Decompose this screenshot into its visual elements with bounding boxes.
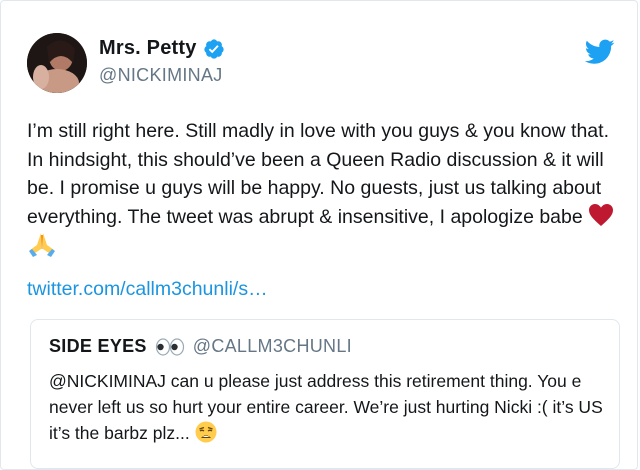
eyes-icon	[155, 337, 184, 356]
tweet-link[interactable]: twitter.com/callm3chunli/s…	[27, 275, 268, 303]
weary-face-icon	[195, 421, 217, 443]
folded-hands-icon	[29, 233, 55, 257]
avatar-photo-icon	[27, 33, 87, 93]
twitter-bird-icon[interactable]	[585, 39, 615, 65]
avatar[interactable]	[27, 33, 87, 93]
red-heart-icon	[589, 203, 614, 226]
author-handle[interactable]: @NICKIMINAJ	[99, 65, 223, 86]
embedded-tweet-card: Mrs. Petty @NICKIMINAJ I’m still right h…	[0, 0, 638, 470]
quoted-body: @NICKIMINAJ can u please just address th…	[49, 371, 603, 443]
quoted-handle: @CALLM3CHUNLI	[192, 336, 352, 356]
author-name-row[interactable]: Mrs. Petty	[99, 37, 225, 60]
author-display-name[interactable]: Mrs. Petty	[99, 37, 197, 60]
quoted-tweet-text: @NICKIMINAJ can u please just address th…	[49, 368, 609, 446]
quoted-tweet[interactable]: SIDE EYES @CALLM3CHUNLI @NICKIMINAJ can …	[30, 319, 620, 469]
tweet-text: I’m still right here. Still madly in lov…	[27, 117, 627, 262]
verified-badge-icon	[203, 38, 224, 59]
tweet-body: I’m still right here. Still madly in lov…	[27, 120, 609, 228]
quoted-display-name: SIDE EYES	[49, 336, 147, 356]
quoted-tweet-header: SIDE EYES @CALLM3CHUNLI	[49, 336, 352, 357]
